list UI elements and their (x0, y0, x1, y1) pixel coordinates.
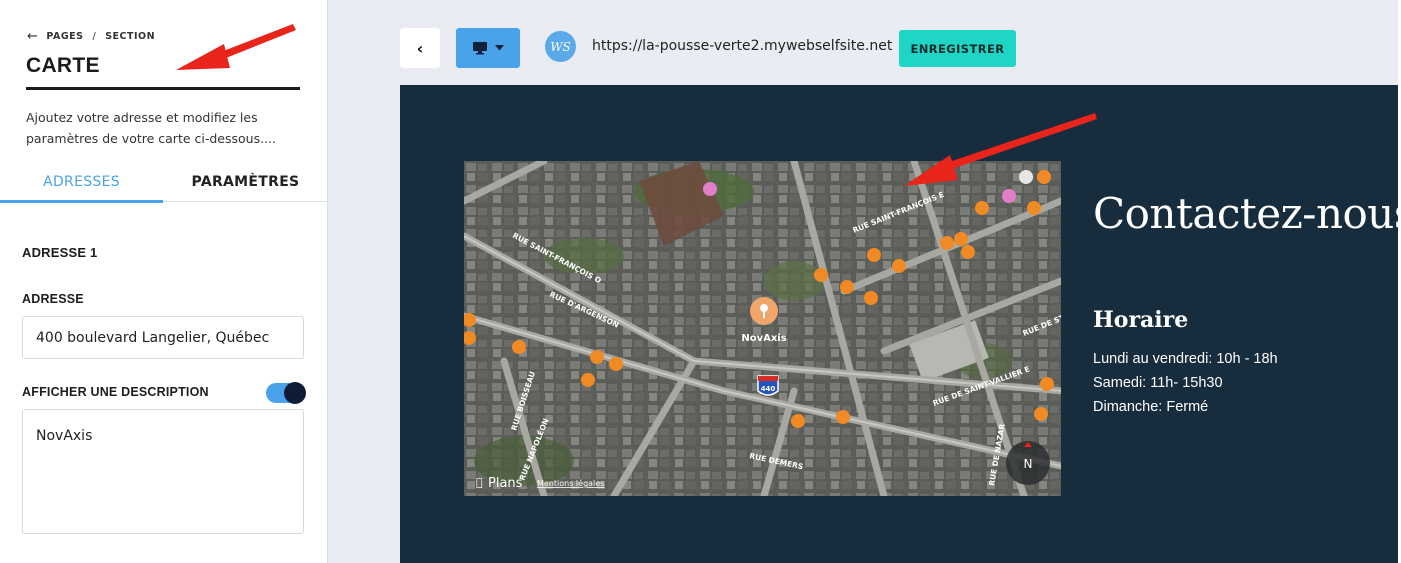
breadcrumb-section[interactable]: SECTION (105, 31, 155, 42)
back-button[interactable]: ‹ (400, 28, 440, 68)
highway-number: 440 (761, 385, 776, 393)
site-logo: WS (545, 31, 576, 62)
chevron-left-icon: ‹ (416, 38, 424, 58)
desktop-icon (473, 42, 487, 55)
site-preview: RUE SAINT-FRANÇOIS E RUE SAINT-FRANÇOIS … (400, 85, 1398, 563)
map-widget[interactable]: RUE SAINT-FRANÇOIS E RUE SAINT-FRANÇOIS … (464, 161, 1061, 496)
breadcrumb-pages[interactable]: PAGES (46, 31, 83, 42)
device-selector-button[interactable] (456, 28, 520, 68)
panel-tabs: ADRESSES PARAMÈTRES (0, 168, 328, 203)
legal-link[interactable]: Mentions légales (537, 478, 604, 488)
caret-down-icon (495, 45, 504, 51)
breadcrumb: ← PAGES / SECTION (27, 29, 155, 44)
map-marker-label: NovAxis (741, 333, 786, 344)
description-toggle[interactable] (266, 382, 306, 404)
map-brand: Plans (488, 476, 523, 491)
description-textarea[interactable]: NovAxis (22, 409, 304, 534)
back-arrow-icon[interactable]: ← (27, 29, 38, 44)
contact-title: Contactez-nous (1093, 189, 1398, 238)
breadcrumb-separator: / (92, 31, 97, 42)
toggle-knob (284, 382, 306, 404)
location-pin-icon[interactable] (750, 297, 778, 325)
hours-line: Lundi au vendredi: 10h - 18h (1093, 351, 1278, 367)
panel-title: CARTE (26, 54, 100, 77)
hours-line: Samedi: 11h- 15h30 (1093, 375, 1223, 391)
site-url[interactable]: https://la-pousse-verte2.mywebselfsite.n… (592, 38, 892, 54)
title-underline (26, 87, 300, 90)
hours-title: Horaire (1093, 307, 1189, 333)
address-input[interactable] (22, 316, 304, 359)
save-button[interactable]: ENREGISTRER (899, 30, 1016, 67)
hours-line: Dimanche: Fermé (1093, 399, 1209, 415)
editor-panel: ← PAGES / SECTION CARTE Ajoutez votre ad… (0, 0, 328, 563)
description-toggle-label: AFFICHER UNE DESCRIPTION (22, 385, 209, 399)
satellite-map: RUE SAINT-FRANÇOIS E RUE SAINT-FRANÇOIS … (464, 161, 1061, 496)
tab-adresses[interactable]: ADRESSES (0, 174, 163, 203)
tab-parametres[interactable]: PARAMÈTRES (163, 174, 328, 190)
compass-label: N (1024, 457, 1033, 471)
address-block-title: ADRESSE 1 (22, 245, 98, 260)
panel-intro-text: Ajoutez votre adresse et modifiez les pa… (26, 110, 276, 146)
apple-logo-icon:  (476, 476, 483, 489)
address-label: ADRESSE (22, 292, 84, 306)
